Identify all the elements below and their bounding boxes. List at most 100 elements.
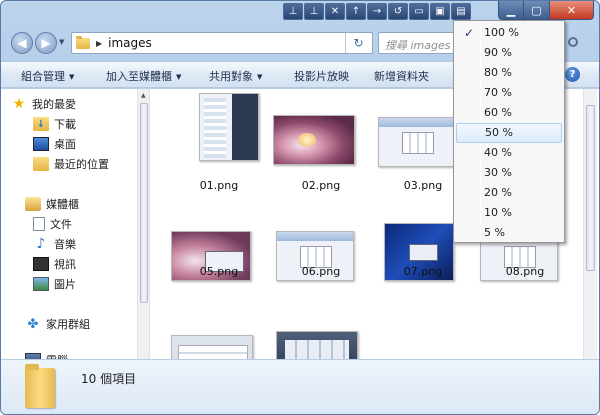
refresh-button[interactable]: ↻ bbox=[345, 33, 371, 53]
close-icon: ✕ bbox=[566, 3, 577, 17]
zoom-option[interactable]: 5 % bbox=[456, 223, 562, 243]
chevron-down-icon: ▼ bbox=[176, 73, 182, 81]
file-item[interactable]: 06.png bbox=[273, 207, 369, 303]
file-thumbnail bbox=[199, 93, 259, 161]
nav-videos-label: 視訊 bbox=[54, 258, 76, 271]
file-thumbnail bbox=[171, 335, 253, 359]
zoom-option[interactable]: 50 % bbox=[456, 123, 562, 143]
zoom-option-label: 20 % bbox=[484, 186, 512, 199]
zoom-option[interactable]: 20 % bbox=[456, 183, 562, 203]
file-name: 01.png bbox=[199, 179, 239, 192]
arrow-left-icon: ◀ bbox=[17, 36, 27, 50]
nav-favorites[interactable]: ★ 我的最愛 bbox=[11, 95, 76, 113]
close-button[interactable]: ✕ bbox=[550, 1, 594, 20]
file-item[interactable]: 09.png bbox=[171, 311, 267, 359]
checkmark-icon: ✓ bbox=[464, 26, 475, 40]
document-icon bbox=[33, 217, 45, 231]
nav-favorites-label: 我的最愛 bbox=[32, 98, 76, 111]
refresh-icon: ↻ bbox=[353, 36, 364, 50]
command-label: 組合管理 bbox=[21, 70, 65, 83]
zoom-option[interactable]: 70 % bbox=[456, 83, 562, 103]
nav-desktop-label: 桌面 bbox=[54, 138, 76, 151]
file-name: 07.png bbox=[403, 265, 443, 278]
nav-computer[interactable]: 電腦 bbox=[25, 351, 68, 359]
libraries-icon bbox=[25, 197, 41, 211]
pin-up-button[interactable]: ↑ bbox=[346, 3, 366, 20]
nav-pictures-label: 圖片 bbox=[54, 278, 76, 291]
nav-documents[interactable]: 文件 bbox=[33, 215, 72, 233]
file-item[interactable]: 10.png bbox=[273, 311, 369, 359]
breadcrumb-chevron-icon[interactable]: ▶ bbox=[96, 39, 102, 48]
help-icon[interactable]: ? bbox=[565, 67, 580, 82]
window-icon: ▭ bbox=[414, 5, 424, 17]
nav-pane-scrollbar[interactable]: ▲ bbox=[137, 89, 150, 359]
rotate-button[interactable]: ↺ bbox=[388, 3, 408, 20]
command-5[interactable]: 新增資料夾 bbox=[374, 68, 429, 84]
zoom-dropdown-menu: ✓ 100 % 90 % 80 % 70 % 60 % 50 % 40 % 30 % 20 % 10… bbox=[453, 20, 565, 243]
move-button[interactable]: ✕ bbox=[325, 3, 345, 20]
nav-pane-scroll-thumb[interactable] bbox=[140, 103, 148, 303]
command-4[interactable]: 投影片放映 bbox=[294, 68, 349, 84]
scroll-up-icon[interactable]: ▲ bbox=[141, 92, 146, 99]
zoom-option-label: 5 % bbox=[484, 226, 505, 239]
address-bar[interactable]: ▶ images bbox=[71, 32, 373, 54]
nav-desktop[interactable]: 桌面 bbox=[33, 135, 76, 153]
music-note-icon: ♪ bbox=[36, 236, 46, 252]
zoom-option-label: 50 % bbox=[485, 126, 513, 139]
file-item[interactable]: 05.png bbox=[171, 207, 267, 303]
nav-pictures[interactable]: 圖片 bbox=[33, 275, 76, 293]
window-button[interactable]: ▭ bbox=[409, 3, 429, 20]
explorer-window: ⊥ ⊥ ✕ ↑ → ↺ ▭ ▣ ▤ ▁ ▢ ✕ ◀ ▶ ▼ ▶ images ↻ 搜尋 imag… bbox=[0, 0, 600, 415]
command-1[interactable]: 組合管理 ▼ bbox=[21, 68, 74, 84]
zoom-option[interactable]: 30 % bbox=[456, 163, 562, 183]
arrow-right-icon: ▶ bbox=[41, 36, 51, 50]
nav-music[interactable]: ♪ 音樂 bbox=[33, 235, 76, 253]
zoom-option[interactable]: 40 % bbox=[456, 143, 562, 163]
zoom-option-label: 10 % bbox=[484, 206, 512, 219]
screenshot-button[interactable]: ▣ bbox=[430, 3, 450, 20]
chevron-down-icon: ▼ bbox=[69, 73, 75, 81]
recent-pages-dropdown[interactable]: ▼ bbox=[59, 38, 64, 46]
zoom-option[interactable]: 10 % bbox=[456, 203, 562, 223]
nav-libraries[interactable]: 媒體櫃 bbox=[25, 195, 79, 213]
zoom-option[interactable]: 80 % bbox=[456, 63, 562, 83]
zoom-option[interactable]: 90 % bbox=[456, 43, 562, 63]
file-thumbnail bbox=[378, 117, 456, 167]
search-icon[interactable] bbox=[568, 37, 578, 47]
zoom-option[interactable]: 60 % bbox=[456, 103, 562, 123]
search-input[interactable]: 搜尋 images bbox=[378, 32, 458, 54]
chevron-down-icon: ▼ bbox=[257, 73, 263, 81]
pictures-icon bbox=[33, 277, 49, 291]
dock-left-button[interactable]: ⊥ bbox=[283, 3, 303, 20]
dock-center-button[interactable]: ⊥ bbox=[304, 3, 324, 20]
maximize-button[interactable]: ▢ bbox=[524, 1, 550, 20]
file-name: 02.png bbox=[301, 179, 341, 192]
nav-homegroup-label: 家用群組 bbox=[46, 318, 90, 331]
screenshot-icon: ▣ bbox=[435, 5, 445, 17]
command-2[interactable]: 加入至媒體櫃 ▼ bbox=[106, 68, 181, 84]
nav-downloads[interactable]: ↓ 下載 bbox=[33, 115, 76, 133]
back-button[interactable]: ◀ bbox=[11, 32, 33, 54]
nav-music-label: 音樂 bbox=[54, 238, 76, 251]
breadcrumb-images[interactable]: images bbox=[108, 36, 152, 50]
zoom-option-label: 30 % bbox=[484, 166, 512, 179]
nav-homegroup[interactable]: ✤ 家用群組 bbox=[25, 315, 90, 333]
file-item[interactable]: 01.png bbox=[171, 93, 267, 192]
zoom-option-label: 40 % bbox=[484, 146, 512, 159]
pin-right-button[interactable]: → bbox=[367, 3, 387, 20]
file-item[interactable]: 02.png bbox=[273, 93, 369, 192]
nav-documents-label: 文件 bbox=[50, 218, 72, 231]
zoom-option[interactable]: ✓ 100 % bbox=[456, 23, 562, 43]
file-list-scrollbar[interactable] bbox=[583, 89, 597, 359]
zoom-option-label: 60 % bbox=[484, 106, 512, 119]
file-list-scroll-thumb[interactable] bbox=[586, 105, 595, 271]
nav-recent[interactable]: 最近的位置 bbox=[33, 155, 109, 173]
minimize-icon: ▁ bbox=[506, 3, 516, 17]
nav-videos[interactable]: 視訊 bbox=[33, 255, 76, 273]
command-3[interactable]: 共用對象 ▼ bbox=[209, 68, 262, 84]
minimize-button[interactable]: ▁ bbox=[498, 1, 524, 20]
forward-button[interactable]: ▶ bbox=[35, 32, 57, 54]
list-button[interactable]: ▤ bbox=[451, 3, 471, 20]
zoom-option-label: 70 % bbox=[484, 86, 512, 99]
pin-up-icon: ↑ bbox=[351, 5, 361, 17]
